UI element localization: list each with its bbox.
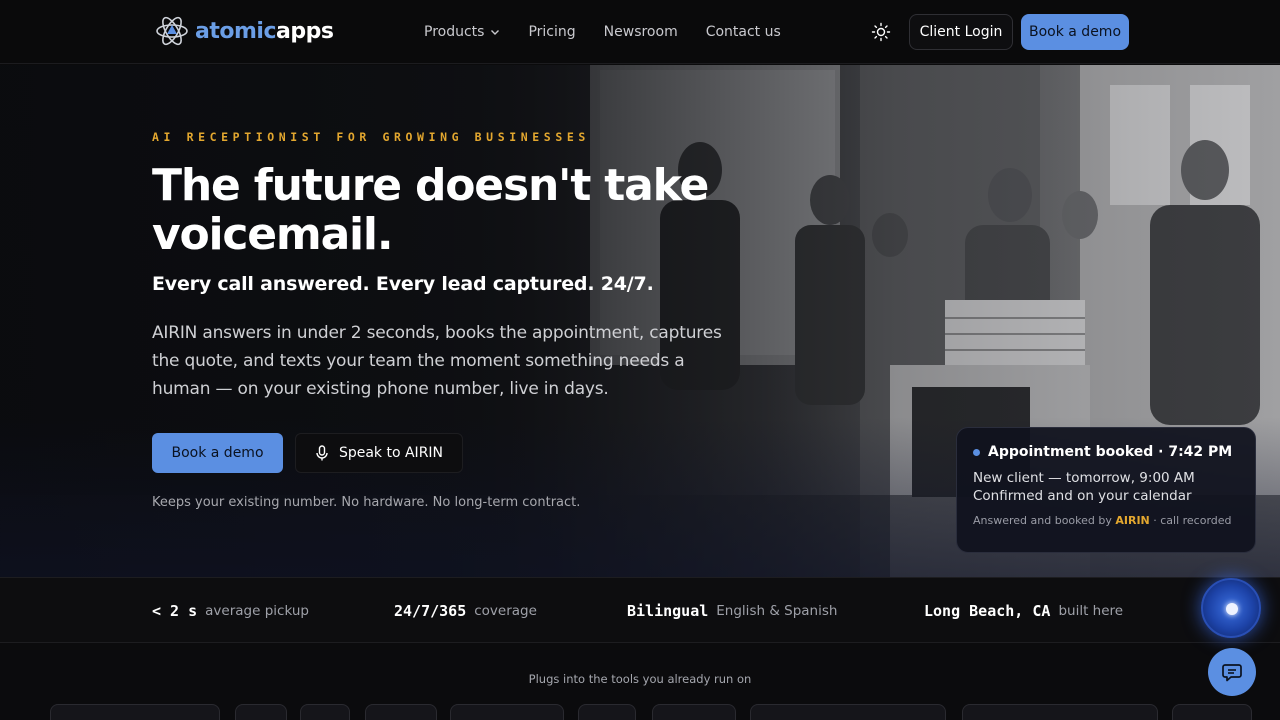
hero-book-demo-button[interactable]: Book a demo	[152, 433, 283, 473]
chevron-down-icon	[491, 30, 500, 35]
microphone-icon	[316, 445, 328, 461]
stat-coverage: 24/7/365 coverage	[394, 578, 537, 644]
stats-bar: < 2 s average pickup 24/7/365 coverage B…	[0, 577, 1280, 643]
integration-logo	[235, 704, 287, 720]
nav-products[interactable]: Products	[424, 24, 500, 40]
toast-brand: AIRIN	[1115, 514, 1150, 527]
nav-pricing[interactable]: Pricing	[528, 24, 575, 40]
client-login-button[interactable]: Client Login	[909, 14, 1013, 50]
hero-eyebrow: AI RECEPTIONIST FOR GROWING BUSINESSES	[152, 130, 590, 144]
integration-logo	[365, 704, 437, 720]
top-nav: atomicapps Products Pricing Newsroom Con…	[0, 0, 1280, 64]
nav-links: Products Pricing Newsroom Contact us	[424, 0, 781, 64]
stat-value: 24/7/365	[394, 602, 467, 620]
stat-pickup: < 2 s average pickup	[152, 578, 309, 644]
stat-value: Long Beach, CA	[924, 602, 1051, 620]
hero-headline-line2: voicemail.	[152, 209, 394, 260]
hero-headline-line1: The future doesn't take	[152, 160, 709, 211]
stat-bilingual: Bilingual English & Spanish	[627, 578, 837, 644]
integration-logo	[962, 704, 1158, 720]
integration-logo	[750, 704, 946, 720]
sun-icon[interactable]	[871, 22, 891, 42]
integration-logo	[578, 704, 636, 720]
integration-logo	[1172, 704, 1252, 720]
integrations-heading: Plugs into the tools you already run on	[528, 672, 752, 686]
hero-fineprint: Keeps your existing number. No hardware.…	[152, 495, 581, 510]
stat-label: coverage	[474, 603, 537, 619]
atom-logo-icon	[156, 16, 188, 46]
brand-wordmark: atomicapps	[195, 18, 334, 44]
toast-line-2: Confirmed and on your calendar	[973, 488, 1192, 504]
nav-book-demo-button[interactable]: Book a demo	[1021, 14, 1129, 50]
speak-to-airin-button[interactable]: Speak to AIRIN	[295, 433, 463, 473]
toast-footer: Answered and booked by AIRIN · call reco…	[973, 514, 1232, 527]
toast-title: Appointment booked · 7:42 PM	[988, 444, 1233, 460]
integrations-section: Plugs into the tools you already run on	[0, 643, 1280, 720]
stat-value: Bilingual	[627, 602, 709, 620]
brand-logo[interactable]: atomicapps	[155, 14, 334, 48]
stat-label: built here	[1058, 603, 1124, 619]
chat-button[interactable]	[1208, 648, 1256, 696]
hero-headline: The future doesn't take voicemail.	[152, 161, 772, 259]
stat-location: Long Beach, CA built here	[924, 578, 1123, 644]
speak-to-airin-label: Speak to AIRIN	[338, 445, 444, 461]
chat-icon	[1222, 664, 1242, 682]
toast-line-1: New client — tomorrow, 9:00 AM	[973, 470, 1195, 486]
voice-orb-icon	[1226, 603, 1238, 615]
status-dot-icon	[973, 448, 980, 456]
toast-title-row: Appointment booked · 7:42 PM	[973, 444, 1239, 460]
appointment-notification-card: Appointment booked · 7:42 PM New client …	[956, 427, 1256, 553]
stat-value: < 2 s	[152, 602, 198, 620]
integration-logo	[50, 704, 220, 720]
integration-logo	[450, 704, 564, 720]
integration-logo-strip	[0, 704, 1280, 720]
voice-orb-button[interactable]	[1201, 578, 1261, 638]
hero-subhead: Every call answered. Every lead captured…	[152, 273, 654, 295]
stat-label: English & Spanish	[716, 603, 838, 619]
hero-body: AIRIN answers in under 2 seconds, books …	[152, 323, 722, 399]
nav-contact[interactable]: Contact us	[706, 24, 781, 40]
nav-newsroom[interactable]: Newsroom	[604, 24, 678, 40]
stat-label: average pickup	[205, 603, 309, 619]
integration-logo	[652, 704, 736, 720]
hero-section: AI RECEPTIONIST FOR GROWING BUSINESSES T…	[0, 65, 1280, 577]
integration-logo	[300, 704, 350, 720]
